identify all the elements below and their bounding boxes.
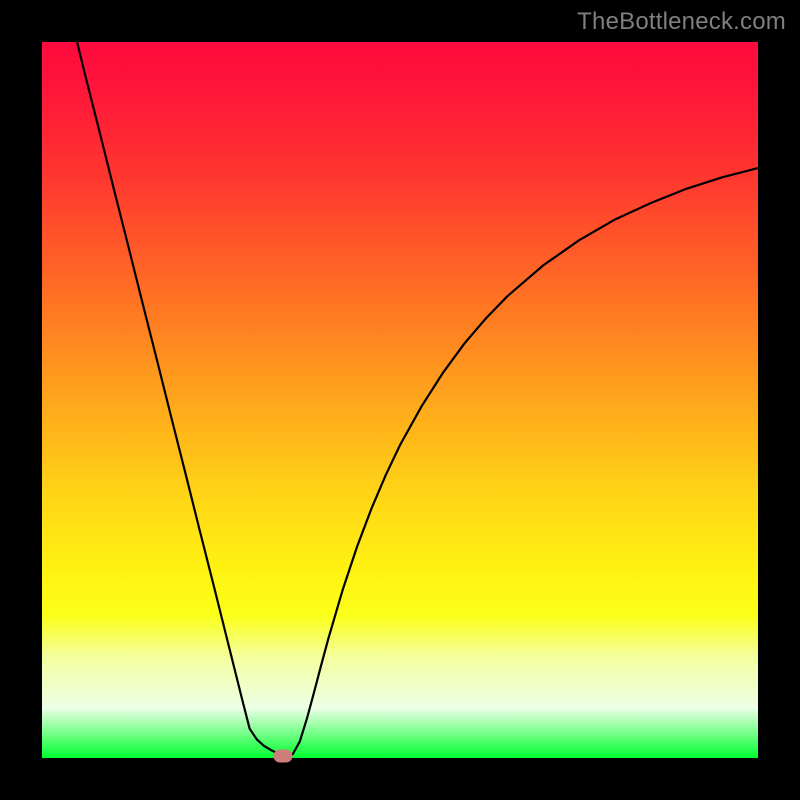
- bottleneck-curve: [42, 42, 758, 758]
- chart-frame: TheBottleneck.com: [0, 0, 800, 800]
- chart-plot-area: [42, 42, 758, 758]
- watermark-text: TheBottleneck.com: [577, 8, 786, 36]
- optimal-point-marker: [273, 749, 292, 762]
